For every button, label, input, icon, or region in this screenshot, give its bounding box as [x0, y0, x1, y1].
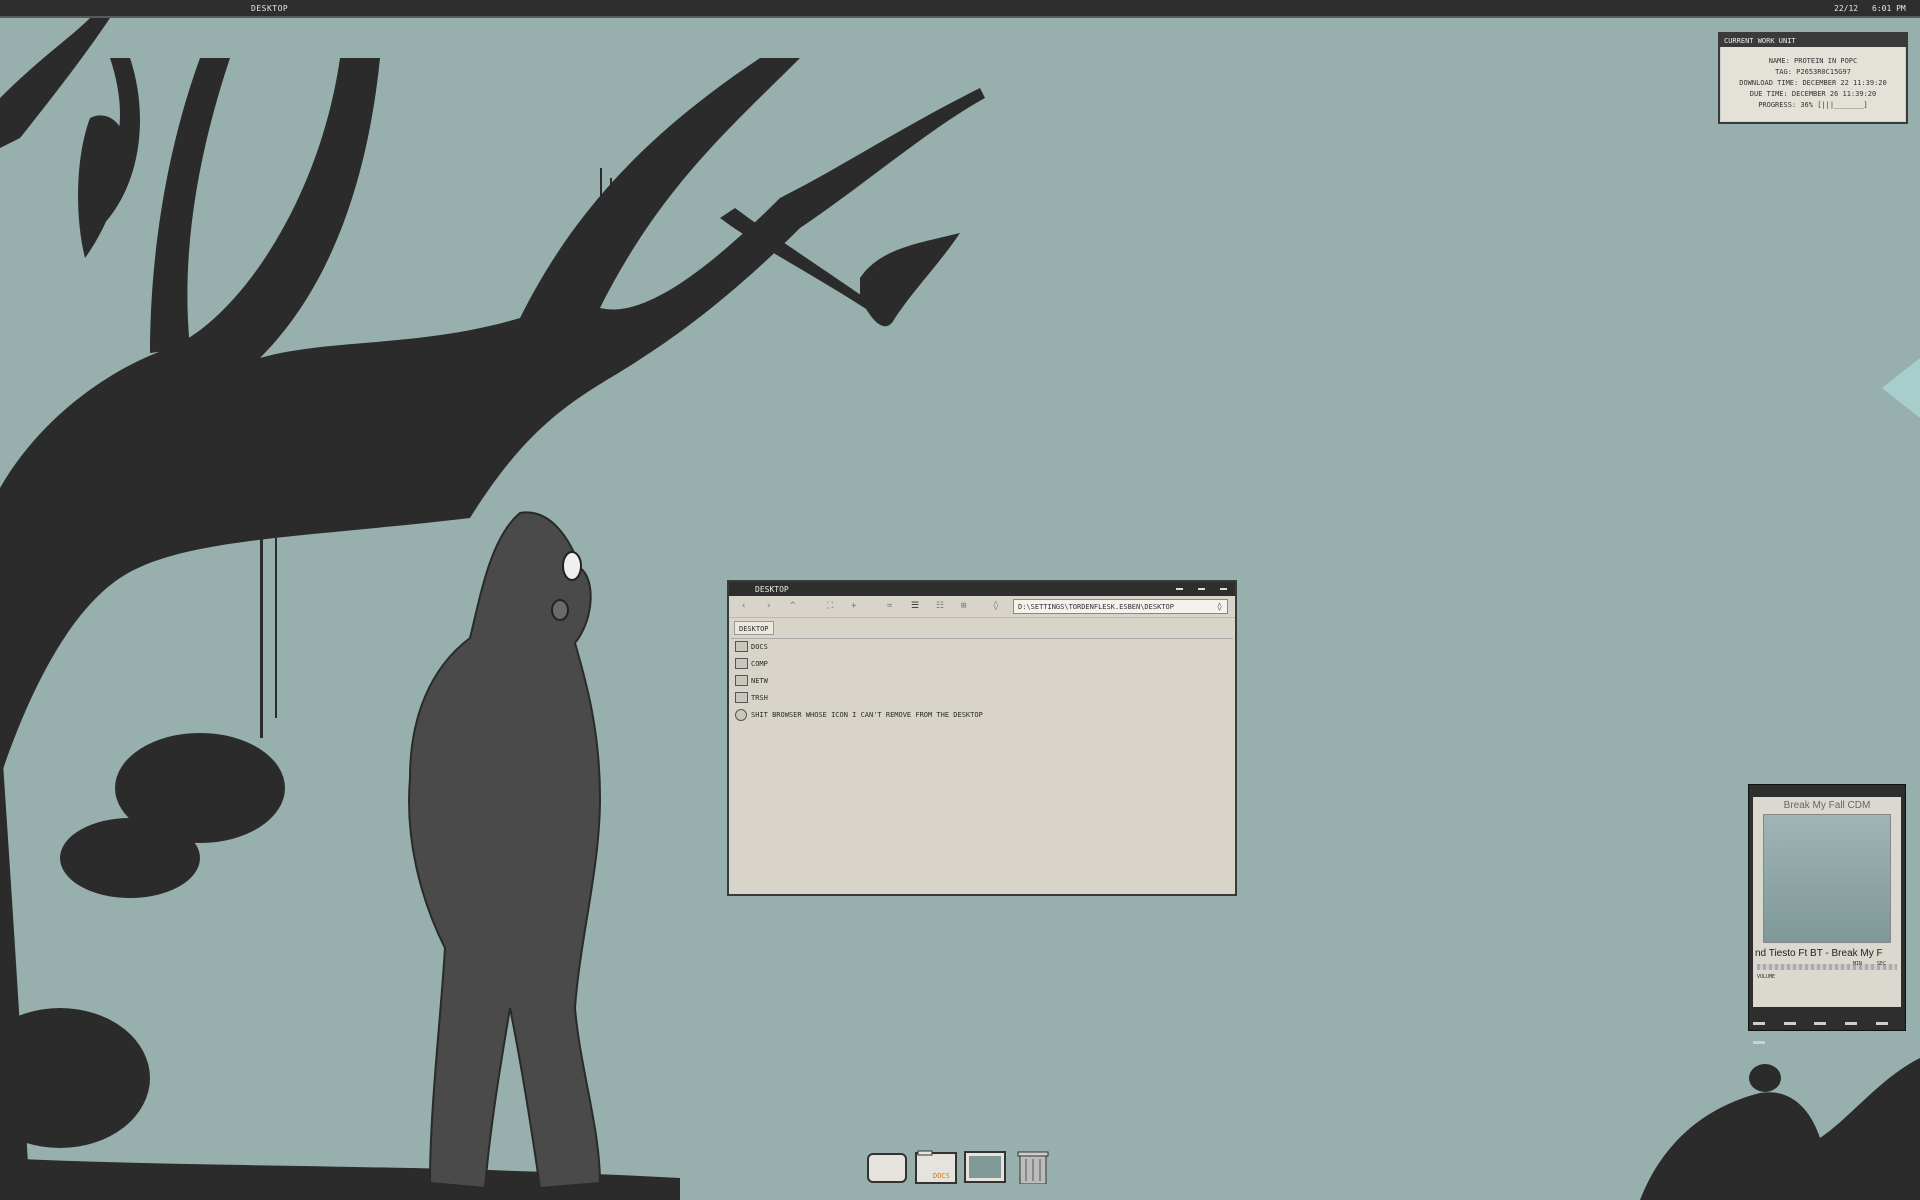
list-item[interactable]: DOCS: [731, 639, 1233, 656]
item-label: DOCS: [751, 643, 768, 651]
list-item[interactable]: COMP: [731, 656, 1233, 673]
item-label: TRSH: [751, 694, 768, 702]
work-unit-title: CURRENT WORK UNIT: [1720, 34, 1906, 47]
active-window-title: DESKTOP: [251, 4, 289, 13]
clock: 6:01 PM: [1872, 4, 1906, 13]
fullscreen-icon[interactable]: ⛶: [827, 601, 833, 611]
play-button[interactable]: [1783, 1022, 1796, 1025]
new-folder-icon[interactable]: +: [851, 601, 856, 611]
sec-label: SEC: [1877, 961, 1887, 967]
globe-icon: [735, 709, 747, 721]
work-unit-download-time: DOWNLOAD TIME: DECEMBER 22 11:39:20: [1739, 79, 1887, 87]
work-unit-due-time: DUE TIME: DECEMBER 26 11:39:20: [1749, 90, 1877, 98]
network-icon: [735, 675, 748, 686]
date-display: 22/12: [1834, 4, 1859, 13]
docs-label: DOCS: [933, 1172, 950, 1180]
up-icon[interactable]: ^: [790, 601, 795, 611]
work-unit-name: NAME: PROTEIN IN POPC: [1768, 57, 1858, 65]
album-art: [1763, 814, 1891, 943]
minimize-button[interactable]: [1176, 588, 1183, 590]
folder-icon: [735, 641, 748, 652]
list-item[interactable]: SHIT BROWSER WHOSE ICON I CAN'T REMOVE F…: [731, 707, 1233, 724]
pause-button[interactable]: [1814, 1022, 1827, 1025]
work-unit-progress: PROGRESS: 36% [|||_______]: [1758, 101, 1868, 109]
docs-folder-icon[interactable]: DOCS: [915, 1150, 957, 1184]
player-controls: [1753, 1010, 1903, 1044]
shuffle-button[interactable]: [1753, 1041, 1765, 1044]
address-path: D:\SETTINGS\TORDENFLESK.ESBEN\DESKTOP: [1018, 603, 1174, 611]
go-icon[interactable]: ◊: [1217, 602, 1222, 611]
work-unit-tag: TAG: P2653R0C15G97: [1775, 68, 1851, 76]
list-item[interactable]: TRSH: [731, 690, 1233, 707]
file-manager-window: DESKTOP ‹ › ^ ⛶ + = ☰ ☷ ⊞ ◊ D:\SETTINGS\…: [727, 580, 1237, 896]
location-icon[interactable]: ◊: [993, 601, 998, 611]
forward-icon[interactable]: ›: [766, 601, 771, 611]
stop-button[interactable]: [1844, 1022, 1857, 1025]
item-label: SHIT BROWSER WHOSE ICON I CAN'T REMOVE F…: [751, 711, 983, 719]
compact-view-icon[interactable]: ☷: [936, 601, 944, 611]
trash-icon: [735, 692, 748, 703]
drive-icon[interactable]: [866, 1150, 908, 1184]
music-player-widget: Break My Fall CDM nd Tiesto Ft BT - Brea…: [1748, 784, 1906, 1044]
next-button[interactable]: [1875, 1022, 1888, 1025]
item-label: COMP: [751, 660, 768, 668]
back-icon[interactable]: ‹: [741, 601, 746, 611]
icon-view-icon[interactable]: ⊞: [961, 601, 966, 611]
close-button[interactable]: [1220, 588, 1227, 590]
scrolling-track-info: nd Tiesto Ft BT - Break My F: [1755, 948, 1883, 959]
window-title: DESKTOP: [755, 585, 789, 594]
item-label: NETW: [751, 677, 768, 685]
previous-button[interactable]: [1753, 1022, 1765, 1025]
time-display: MIN SEC: [1853, 961, 1897, 977]
top-panel: DESKTOP 22/12 6:01 PM: [0, 0, 1920, 18]
computer-icon: [735, 658, 748, 669]
toolbar: ‹ › ^ ⛶ + = ☰ ☷ ⊞ ◊ D:\SETTINGS\TORDENFL…: [729, 596, 1235, 618]
monitor-icon[interactable]: [964, 1150, 1006, 1184]
min-label: MIN: [1853, 961, 1863, 967]
trash-can-icon[interactable]: [1012, 1150, 1054, 1184]
file-list: DOCS COMP NETW TRSH SHIT BROWSER WHOSE I…: [731, 638, 1233, 892]
list-item[interactable]: NETW: [731, 673, 1233, 690]
detail-view-icon[interactable]: ☰: [911, 601, 919, 611]
maximize-button[interactable]: [1198, 588, 1205, 590]
list-view-icon[interactable]: =: [887, 601, 892, 611]
volume-label: VOLUME: [1757, 974, 1776, 980]
track-title: Break My Fall CDM: [1783, 800, 1871, 811]
window-titlebar[interactable]: DESKTOP: [729, 582, 1235, 596]
address-bar[interactable]: D:\SETTINGS\TORDENFLESK.ESBEN\DESKTOP ◊: [1013, 599, 1228, 614]
work-unit-widget: CURRENT WORK UNIT NAME: PROTEIN IN POPC …: [1718, 32, 1908, 124]
tab-desktop[interactable]: DESKTOP: [734, 621, 774, 635]
